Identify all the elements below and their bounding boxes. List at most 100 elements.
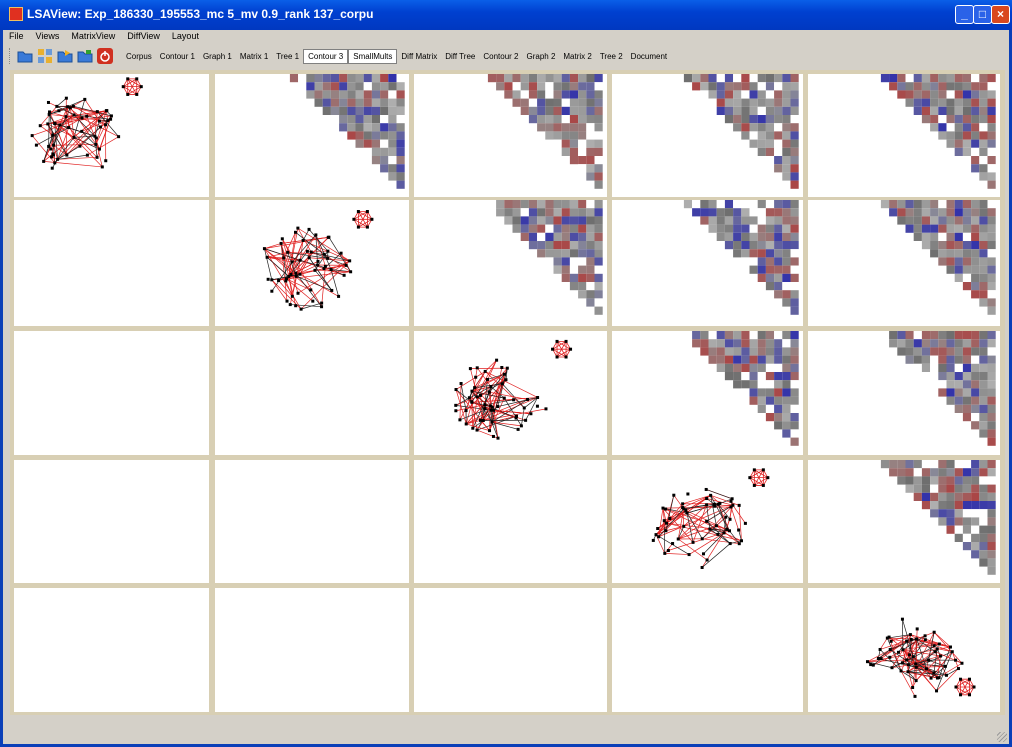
matrix-cell[interactable] [578,106,587,115]
matrix-cell[interactable] [782,123,791,132]
matrix-cell[interactable] [979,331,988,340]
graph-node[interactable] [911,655,915,659]
graph-node[interactable] [298,272,302,276]
tab-document[interactable]: Document [627,50,671,63]
matrix-cell[interactable] [724,363,734,372]
matrix-cell[interactable] [774,90,783,99]
graph-node[interactable] [285,299,289,303]
graph-node[interactable] [915,637,919,641]
matrix-cell[interactable] [962,484,972,493]
matrix-cell[interactable] [790,273,799,282]
matrix-cell[interactable] [708,208,717,217]
matrix-cell[interactable] [954,98,963,107]
matrix-cell[interactable] [913,355,922,364]
matrix-cell[interactable] [586,147,595,156]
matrix-cell[interactable] [578,123,587,132]
matrix-cell[interactable] [330,115,340,124]
graph-node[interactable] [52,143,56,147]
graph-node[interactable] [700,565,704,569]
matrix-cell[interactable] [962,542,972,551]
matrix-cell[interactable] [363,82,372,91]
matrix-cell[interactable] [979,265,988,274]
matrix-cell[interactable] [946,249,955,258]
matrix-cell[interactable] [569,273,579,282]
matrix-cell[interactable] [708,224,717,233]
matrix-cell[interactable] [700,347,709,356]
matrix-cell[interactable] [355,131,364,140]
matrix-cell[interactable] [979,156,988,165]
graph-node[interactable] [876,656,880,660]
matrix-cell[interactable] [553,90,562,99]
graph-node[interactable] [71,104,75,108]
matrix-cell[interactable] [388,98,397,107]
graph-node[interactable] [728,517,732,521]
matrix-cell[interactable] [979,355,988,364]
matrix-cell[interactable] [569,208,579,217]
matrix-cell[interactable] [880,200,890,209]
matrix-cell[interactable] [889,468,898,477]
matrix-cell[interactable] [765,106,775,115]
matrix-cell[interactable] [504,90,513,99]
matrix-cell[interactable] [979,224,988,233]
matrix-cell[interactable] [586,208,595,217]
matrix-cell[interactable] [790,380,799,389]
matrix-cell[interactable] [913,331,922,340]
graph-node[interactable] [266,277,270,281]
matrix-cell[interactable] [512,208,521,217]
matrix-cell[interactable] [586,139,595,148]
matrix-cell[interactable] [363,90,372,99]
matrix-cell[interactable] [971,533,980,542]
matrix-cell[interactable] [757,131,766,140]
matrix-cell[interactable] [569,200,579,209]
graph-node[interactable] [470,400,474,404]
matrix-cell[interactable] [339,123,348,132]
matrix-cell[interactable] [971,363,980,372]
matrix-cell[interactable] [897,82,906,91]
matrix-cell[interactable] [913,208,922,217]
matrix-cell[interactable] [971,460,980,469]
matrix-cell[interactable] [930,468,939,477]
graph-node[interactable] [960,661,964,665]
matrix-cell[interactable] [741,355,750,364]
matrix-cell[interactable] [339,115,348,124]
matrix-cell[interactable] [700,200,709,209]
graph-node[interactable] [700,537,704,541]
matrix-cell[interactable] [921,98,931,107]
graph-node[interactable] [564,339,568,343]
graph-node[interactable] [730,497,734,501]
matrix-cell[interactable] [782,282,791,291]
matrix-cell[interactable] [388,82,397,91]
matrix-cell[interactable] [339,90,348,99]
matrix-cell[interactable] [946,501,955,510]
graph-node[interactable] [58,123,62,127]
matrix-cell[interactable] [757,200,766,209]
matrix-cell[interactable] [545,232,554,241]
matrix-cell[interactable] [561,232,570,241]
matrix-cell[interactable] [774,208,783,217]
graph-node[interactable] [878,647,882,651]
matrix-cell[interactable] [938,123,947,132]
matrix-cell[interactable] [790,164,799,173]
matrix-cell[interactable] [561,90,570,99]
matrix-cell[interactable] [971,501,980,510]
matrix-cell[interactable] [971,525,980,534]
matrix-cell[interactable] [741,339,750,348]
matrix-cell[interactable] [987,484,996,493]
matrix-cell[interactable] [774,115,783,124]
matrix-cell[interactable] [520,224,529,233]
matrix-cell[interactable] [569,115,579,124]
matrix-cell[interactable] [905,468,914,477]
matrix-cell[interactable] [962,533,972,542]
matrix-cell[interactable] [971,421,980,430]
matrix-cell[interactable] [979,115,988,124]
graph-node[interactable] [691,540,695,544]
matrix-cell[interactable] [790,224,799,233]
matrix-cell[interactable] [569,98,579,107]
matrix-cell[interactable] [545,200,554,209]
matrix-cell[interactable] [897,339,906,348]
graph-node[interactable] [489,408,493,412]
matrix-cell[interactable] [355,74,364,83]
matrix-cell[interactable] [946,517,955,526]
matrix-cell[interactable] [979,347,988,356]
graph-node[interactable] [761,468,765,472]
